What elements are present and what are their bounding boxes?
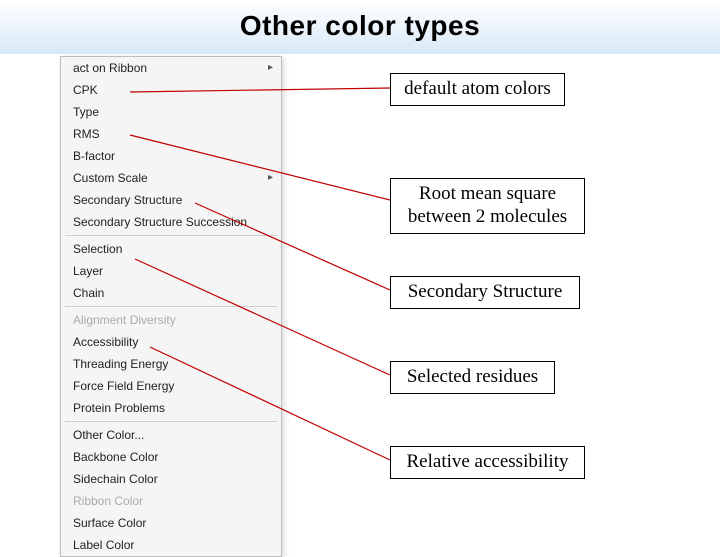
callout-label: Secondary Structure [408, 281, 563, 302]
menu-item-accessibility[interactable]: Accessibility [61, 331, 281, 353]
menu-item-chain[interactable]: Chain [61, 282, 281, 304]
menu-item-other-color[interactable]: Other Color... [61, 424, 281, 446]
menu-item-custom-scale[interactable]: Custom Scale [61, 167, 281, 189]
title-bar: Other color types [0, 0, 720, 54]
menu-item-secondary-structure-succession[interactable]: Secondary Structure Succession [61, 211, 281, 233]
menu-item-alignment-diversity: Alignment Diversity [61, 309, 281, 331]
menu-item-ribbon-color: Ribbon Color [61, 490, 281, 512]
color-menu: act on RibbonCPKTypeRMSB-factorCustom Sc… [60, 56, 282, 557]
menu-item-protein-problems[interactable]: Protein Problems [61, 397, 281, 419]
menu-item-rms[interactable]: RMS [61, 123, 281, 145]
menu-item-cpk[interactable]: CPK [61, 79, 281, 101]
callout-default-atom-colors: default atom colors [390, 73, 565, 106]
menu-separator [65, 235, 277, 236]
callout-label: Selected residues [407, 366, 538, 387]
callout-secondary-structure: Secondary Structure [390, 276, 580, 309]
menu-item-type[interactable]: Type [61, 101, 281, 123]
menu-item-label-color[interactable]: Label Color [61, 534, 281, 556]
menu-item-act-on-ribbon[interactable]: act on Ribbon [61, 57, 281, 79]
menu-item-b-factor[interactable]: B-factor [61, 145, 281, 167]
callout-label: Root mean squarebetween 2 molecules [408, 183, 567, 227]
menu-item-force-field-energy[interactable]: Force Field Energy [61, 375, 281, 397]
menu-item-sidechain-color[interactable]: Sidechain Color [61, 468, 281, 490]
callout-selected-residues: Selected residues [390, 361, 555, 394]
menu-item-secondary-structure[interactable]: Secondary Structure [61, 189, 281, 211]
menu-item-backbone-color[interactable]: Backbone Color [61, 446, 281, 468]
menu-separator [65, 421, 277, 422]
menu-item-threading-energy[interactable]: Threading Energy [61, 353, 281, 375]
callout-relative-accessibility: Relative accessibility [390, 446, 585, 479]
page-title: Other color types [0, 10, 720, 42]
menu-item-layer[interactable]: Layer [61, 260, 281, 282]
callout-label: Relative accessibility [407, 451, 569, 472]
callout-rms: Root mean squarebetween 2 molecules [390, 178, 585, 234]
menu-item-selection[interactable]: Selection [61, 238, 281, 260]
menu-separator [65, 306, 277, 307]
menu-item-surface-color[interactable]: Surface Color [61, 512, 281, 534]
callout-label: default atom colors [404, 78, 551, 99]
